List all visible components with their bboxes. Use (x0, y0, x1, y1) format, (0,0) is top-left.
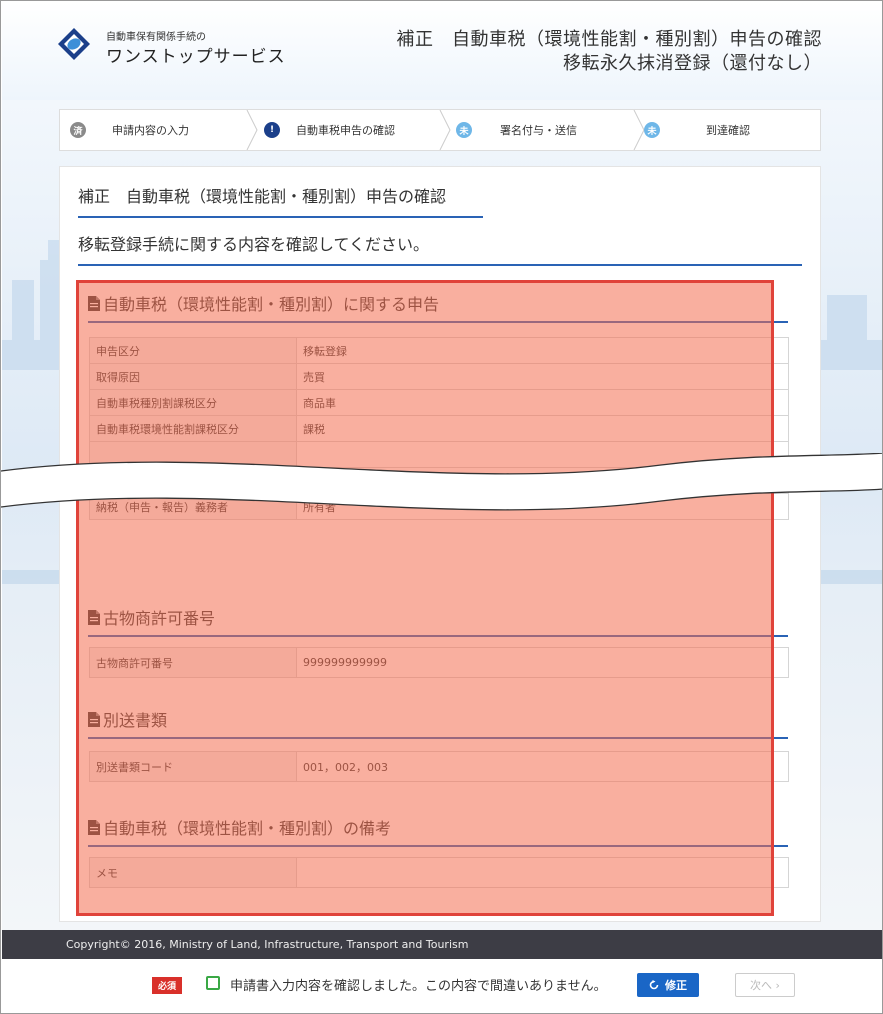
step-tax-confirm: ! 自動車税申告の確認 (264, 110, 395, 150)
row-value: 001，002，003 (296, 751, 789, 782)
main-card: 補正 自動車税（環境性能割・種別割）申告の確認 移転登録手続に関する内容を確認し… (59, 166, 821, 922)
row-key: 自動車税種別割課税区分 (89, 389, 297, 416)
fix-button-label: 修正 (665, 979, 687, 992)
progress-steps: 済 申請内容の入力 ! 自動車税申告の確認 未 署名付与・送信 未 到達確認 (59, 109, 821, 151)
step-arrival-label: 到達確認 (706, 124, 750, 137)
section-remarks-title: 自動車税（環境性能割・種別割）の備考 (88, 815, 788, 847)
tax-table: 申告区分 移転登録 取得原因 売買 自動車税種別割課税区分 商品車 自動車税環境性能割… (89, 337, 789, 520)
row-key: 取得原因 (89, 363, 297, 390)
antique-table: 古物商許可番号 999999999999 (89, 647, 789, 678)
row-value: 商品車 (296, 389, 789, 416)
pending-icon: 未 (644, 122, 660, 138)
table-row: メモ (89, 857, 789, 888)
document-icon (88, 609, 100, 625)
header-title-line1: 補正 自動車税（環境性能割・種別割）申告の確認 (396, 29, 822, 50)
table-row: 別送書類コード 001，002，003 (89, 751, 789, 782)
row-key: 所有形態 (89, 467, 297, 494)
step-separator-icon (246, 110, 258, 150)
header-title-line2: 移転永久抹消登録（還付なし） (563, 53, 822, 74)
done-icon: 済 (70, 122, 86, 138)
document-icon (88, 711, 100, 727)
table-row: 自動車税環境性能割課税区分 課税 (89, 415, 789, 442)
logo-icon (58, 28, 90, 60)
logo-subtitle: 自動車保有関係手続の (106, 32, 206, 43)
separate-docs-table: 別送書類コード 001，002，003 (89, 751, 789, 782)
section-remarks-title-text: 自動車税（環境性能割・種別割）の備考 (103, 819, 392, 838)
row-value (296, 857, 789, 888)
row-value: 売買 (296, 363, 789, 390)
undo-icon (649, 980, 659, 990)
table-row: 納税（申告・報告）義務者 所有者 (89, 493, 789, 520)
row-key: 自動車税環境性能割課税区分 (89, 415, 297, 442)
table-row: 所有形態 自己所有 (89, 467, 789, 494)
page-frame: 自動車保有関係手続の ワンストップサービス 補正 自動車税（環境性能割・種別割）… (0, 0, 883, 1014)
confirm-checkbox[interactable] (206, 976, 220, 990)
fix-button[interactable]: 修正 (637, 973, 699, 997)
step-sign-send: 未 署名付与・送信 (456, 110, 577, 150)
row-value: 所有者 (296, 493, 789, 520)
table-row: 古物商許可番号 999999999999 (89, 647, 789, 678)
row-value: 課税 (296, 415, 789, 442)
document-icon (88, 295, 100, 311)
row-value: 999999999999 (296, 647, 789, 678)
step-input: 済 申請内容の入力 (70, 110, 189, 150)
pending-icon: 未 (456, 122, 472, 138)
logo-title: ワンストップサービス (106, 47, 286, 67)
row-key: 申告区分 (89, 337, 297, 364)
alert-icon: ! (264, 122, 280, 138)
section-tax-title: 自動車税（環境性能割・種別割）に関する申告 (88, 291, 788, 323)
step-arrival: 未 到達確認 (644, 110, 750, 150)
row-value: 自己所有 (296, 467, 789, 494)
table-row: 申告区分 移転登録 (89, 337, 789, 364)
table-row: 自動車税種別割課税区分 商品車 (89, 389, 789, 416)
row-key: 納税（申告・報告）義務者 (89, 493, 297, 520)
table-row (89, 441, 789, 468)
page-subtitle: 移転登録手続に関する内容を確認してください。 (78, 231, 802, 266)
step-tax-confirm-label: 自動車税申告の確認 (296, 124, 395, 137)
table-row: 取得原因 売買 (89, 363, 789, 390)
next-button[interactable]: 次へ › (735, 973, 795, 997)
step-input-label: 申請内容の入力 (112, 124, 189, 137)
row-value (296, 441, 789, 468)
step-sign-send-label: 署名付与・送信 (500, 124, 577, 137)
row-value: 移転登録 (296, 337, 789, 364)
header-title: 補正 自動車税（環境性能割・種別割）申告の確認 移転永久抹消登録（還付なし） (397, 28, 823, 76)
required-badge: 必須 (152, 977, 183, 994)
footer-copyright: Copyright© 2016, Ministry of Land, Infra… (2, 930, 882, 959)
row-key: 別送書類コード (89, 751, 297, 782)
section-tax-title-text: 自動車税（環境性能割・種別割）に関する申告 (103, 295, 440, 314)
row-key: 古物商許可番号 (89, 647, 297, 678)
section-antique-title: 古物商許可番号 (88, 605, 788, 637)
confirm-bar: 必須 申請書入力内容を確認しました。この内容で間違いありません。 修正 次へ › (2, 959, 882, 1013)
section-separate-docs-title-text: 別送書類 (103, 711, 168, 730)
section-separate-docs-title: 別送書類 (88, 707, 788, 739)
section-antique-title-text: 古物商許可番号 (103, 609, 216, 628)
document-icon (88, 819, 100, 835)
step-separator-icon (439, 110, 451, 150)
row-key: メモ (89, 857, 297, 888)
page-header: 自動車保有関係手続の ワンストップサービス 補正 自動車税（環境性能割・種別割）… (2, 2, 882, 100)
row-key (89, 441, 297, 468)
page-title: 補正 自動車税（環境性能割・種別割）申告の確認 (78, 183, 483, 218)
confirm-checkbox-label[interactable]: 申請書入力内容を確認しました。この内容で間違いありません。 (230, 975, 607, 994)
remarks-table: メモ (89, 857, 789, 888)
